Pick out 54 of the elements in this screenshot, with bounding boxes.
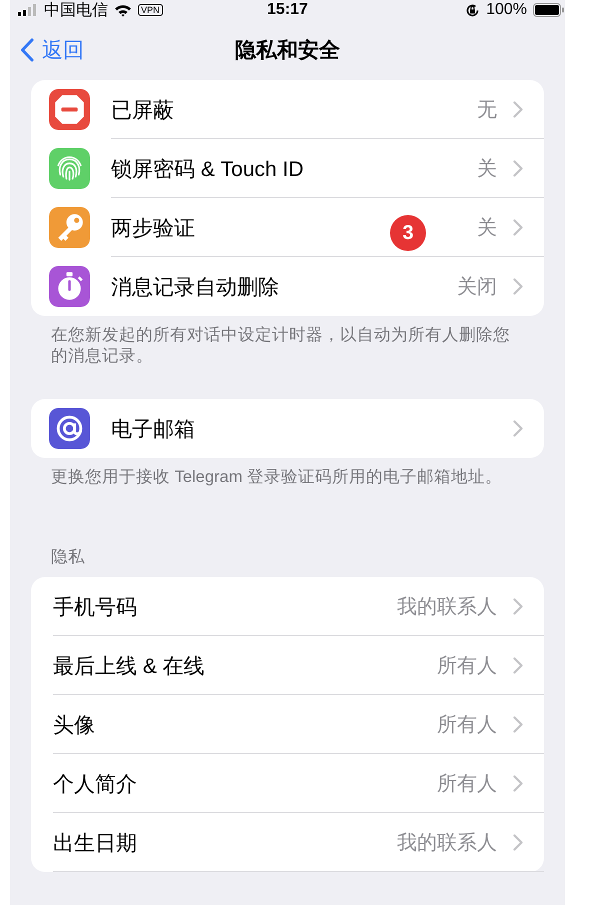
row-value: 关 <box>477 157 497 182</box>
row-value: 所有人 <box>437 713 497 738</box>
battery-percent: 100% <box>486 1 527 19</box>
vpn-indicator: VPN <box>138 4 163 16</box>
chevron-icon <box>513 160 523 177</box>
row-label: 最后上线 & 在线 <box>53 654 205 680</box>
row-label: 电子邮箱 <box>111 416 195 442</box>
wifi-icon <box>114 4 132 16</box>
row-value: 无 <box>477 98 497 123</box>
signal-icon <box>18 4 38 16</box>
back-chevron-icon <box>20 38 34 62</box>
carrier-name: 中国电信 <box>44 0 108 20</box>
row-label: 消息记录自动删除 <box>111 274 279 300</box>
row-value: 所有人 <box>437 772 497 797</box>
row-label: 锁屏密码 & Touch ID <box>111 156 304 182</box>
row-label: 出生日期 <box>53 830 137 856</box>
rotation-lock-icon <box>465 2 480 18</box>
row-value: 关闭 <box>457 275 497 300</box>
chevron-icon <box>513 420 523 437</box>
settings-row[interactable]: 锁屏密码 & Touch ID 关 <box>31 139 544 198</box>
row-label: 头像 <box>53 712 95 738</box>
settings-row[interactable]: 出生日期 我的联系人 <box>31 813 544 872</box>
chevron-icon <box>513 278 523 295</box>
settings-row[interactable]: 个人简介 所有人 <box>31 754 544 813</box>
settings-row[interactable]: 已屏蔽 无 <box>31 80 544 139</box>
battery-icon <box>533 3 565 17</box>
chevron-icon <box>513 657 523 674</box>
back-button[interactable]: 返回 <box>20 36 84 64</box>
status-time: 15:17 <box>267 1 308 19</box>
screen-title: 隐私和安全 <box>235 38 340 64</box>
row-label: 手机号码 <box>53 594 137 620</box>
settings-row[interactable]: 最后上线 & 在线 所有人 <box>31 636 544 695</box>
settings-row[interactable]: 电子邮箱 <box>31 399 544 458</box>
row-label: 个人简介 <box>53 772 137 798</box>
chevron-icon <box>513 716 523 733</box>
count-badge: 3 <box>390 215 426 251</box>
row-label: 两步验证 <box>111 216 195 242</box>
section-footer: 更换您用于接收 Telegram 登录验证码所用的电子邮箱地址。 <box>51 467 513 488</box>
settings-row[interactable]: 头像 所有人 <box>31 695 544 754</box>
chevron-icon <box>513 834 523 851</box>
settings-row[interactable]: 消息记录自动删除 关闭 <box>31 257 544 316</box>
chevron-icon <box>513 219 523 236</box>
chevron-icon <box>513 101 523 118</box>
row-label: 已屏蔽 <box>111 98 174 124</box>
settings-row[interactable]: 手机号码 我的联系人 <box>31 577 544 636</box>
row-value: 我的联系人 <box>397 831 497 856</box>
section-footer: 在您新发起的所有对话中设定计时器，以自动为所有人删除您的消息记录。 <box>51 325 513 367</box>
row-value: 关 <box>477 216 497 241</box>
chevron-icon <box>513 598 523 615</box>
row-value: 所有人 <box>437 654 497 679</box>
row-value: 我的联系人 <box>397 595 497 620</box>
section-header: 隐私 <box>51 547 86 568</box>
settings-row[interactable]: 两步验证 3 关 <box>31 198 544 257</box>
chevron-icon <box>513 775 523 792</box>
